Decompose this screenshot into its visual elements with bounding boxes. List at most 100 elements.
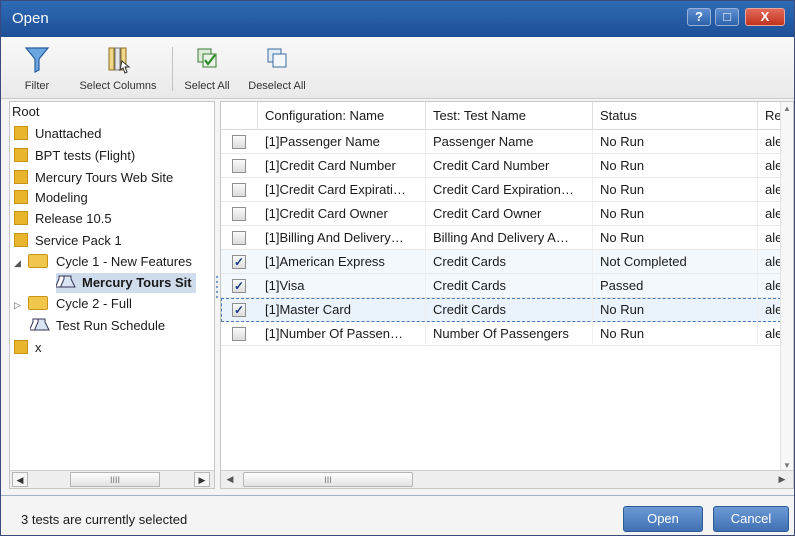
table-row-focused[interactable]: ✓ [1]Master Card Credit Cards No Run ale: [221, 298, 782, 322]
scroll-thumb[interactable]: III: [243, 472, 413, 487]
column-header-status[interactable]: Status: [593, 102, 758, 130]
select-columns-icon: [108, 47, 131, 74]
scroll-right-icon[interactable]: ▶: [194, 472, 210, 487]
test-set-icon: [28, 318, 50, 331]
cell-status: No Run: [593, 178, 758, 202]
table-row[interactable]: [1]Credit Card Number Credit Card Number…: [221, 154, 782, 178]
close-button[interactable]: X: [745, 8, 785, 26]
tree-item-x[interactable]: x: [14, 338, 42, 358]
deselect-all-button[interactable]: Deselect All: [239, 43, 315, 93]
cell-test-name: Credit Cards: [426, 274, 593, 298]
row-checkbox-checked[interactable]: ✓: [232, 303, 246, 317]
cell-configuration: [1]Master Card: [258, 298, 426, 322]
title-bar[interactable]: Open ? □ X: [1, 1, 794, 37]
tree-horizontal-scrollbar[interactable]: ◀ IIII ▶: [10, 470, 214, 488]
grid-header: Configuration: Name Test: Test Name Stat…: [221, 102, 782, 130]
row-checkbox[interactable]: [232, 159, 246, 173]
table-row[interactable]: [1]Passenger Name Passenger Name No Run …: [221, 130, 782, 154]
filter-button[interactable]: Filter: [17, 43, 57, 93]
tree-item-mercury-tours-web-site[interactable]: Mercury Tours Web Site: [14, 168, 173, 188]
cell-configuration: [1]Credit Card Expirati…: [258, 178, 426, 202]
tree-item-cycle-1[interactable]: ◢ Cycle 1 - New Features: [14, 252, 192, 272]
folder-icon: [28, 296, 48, 310]
folder-icon: [14, 211, 28, 225]
table-row[interactable]: [1]Billing And Delivery… Billing And Del…: [221, 226, 782, 250]
cell-test-name: Credit Cards: [426, 298, 593, 322]
cell-configuration: [1]Visa: [258, 274, 426, 298]
select-columns-button[interactable]: Select Columns: [73, 43, 163, 93]
row-checkbox-checked[interactable]: ✓: [232, 279, 246, 293]
filter-icon: [24, 47, 50, 73]
cell-test-name: Billing And Delivery A…: [426, 226, 593, 250]
table-row[interactable]: [1]Number Of Passen… Number Of Passenger…: [221, 322, 782, 346]
row-checkbox[interactable]: [232, 327, 246, 341]
test-instances-grid[interactable]: Configuration: Name Test: Test Name Stat…: [220, 101, 794, 489]
tree-item-unattached[interactable]: Unattached: [14, 124, 102, 144]
cell-configuration: [1]Credit Card Number: [258, 154, 426, 178]
splitter-handle[interactable]: [215, 101, 219, 489]
row-checkbox[interactable]: [232, 183, 246, 197]
tree-item-bpt-tests[interactable]: BPT tests (Flight): [14, 146, 135, 166]
folder-tree[interactable]: Root Unattached BPT tests (Flight) Mercu…: [9, 101, 215, 489]
cell-status: No Run: [593, 226, 758, 250]
column-header-configuration-name[interactable]: Configuration: Name: [258, 102, 426, 130]
grid-horizontal-scrollbar[interactable]: ◀ III ▶: [221, 470, 793, 488]
tree-item-service-pack-1[interactable]: Service Pack 1: [14, 231, 122, 251]
cell-test-name: Credit Cards: [426, 250, 593, 274]
cell-test-name: Number Of Passengers: [426, 322, 593, 346]
cell-status: Passed: [593, 274, 758, 298]
grid-vertical-scrollbar[interactable]: ▲ ▼: [780, 102, 793, 472]
row-checkbox[interactable]: [232, 231, 246, 245]
tree-item-cycle-2[interactable]: ▷ Cycle 2 - Full: [14, 294, 132, 314]
select-all-button[interactable]: Select All: [179, 43, 235, 93]
cell-configuration: [1]American Express: [258, 250, 426, 274]
scroll-up-icon[interactable]: ▲: [783, 104, 791, 113]
cell-status: No Run: [593, 322, 758, 346]
cell-status: No Run: [593, 202, 758, 226]
help-button[interactable]: ?: [687, 8, 711, 26]
folder-icon: [14, 126, 28, 140]
cell-status: No Run: [593, 298, 758, 322]
open-folder-icon: [28, 254, 48, 268]
toolbar: Filter Select Columns Select All Deselec…: [1, 37, 794, 99]
scroll-right-icon[interactable]: ▶: [775, 472, 789, 487]
table-row[interactable]: ✓ [1]Visa Credit Cards Passed ale: [221, 274, 782, 298]
cell-configuration: [1]Credit Card Owner: [258, 202, 426, 226]
expand-arrow-icon[interactable]: ▷: [14, 301, 22, 310]
open-dialog: Open ? □ X Filter Select Columns Select …: [0, 0, 795, 536]
maximize-button[interactable]: □: [715, 8, 739, 26]
open-button[interactable]: Open: [623, 506, 703, 532]
row-checkbox[interactable]: [232, 207, 246, 221]
select-all-icon: [197, 48, 217, 68]
selection-status-text: 3 tests are currently selected: [21, 512, 188, 527]
table-row[interactable]: [1]Credit Card Expirati… Credit Card Exp…: [221, 178, 782, 202]
scroll-down-icon[interactable]: ▼: [783, 461, 791, 470]
tree-item-mercury-tours-site-selected[interactable]: Mercury Tours Sit: [54, 273, 196, 293]
table-row[interactable]: ✓ [1]American Express Credit Cards Not C…: [221, 250, 782, 274]
cell-configuration: [1]Billing And Delivery…: [258, 226, 426, 250]
header-checkbox-column: [221, 102, 258, 130]
status-bar: 3 tests are currently selected Open Canc…: [1, 495, 794, 535]
scroll-thumb[interactable]: IIII: [70, 472, 160, 487]
cell-test-name: Credit Card Expiration…: [426, 178, 593, 202]
table-row[interactable]: [1]Credit Card Owner Credit Card Owner N…: [221, 202, 782, 226]
folder-icon: [14, 190, 28, 204]
tree-item-test-run-schedule[interactable]: Test Run Schedule: [28, 316, 165, 336]
filter-label: Filter: [24, 80, 50, 92]
row-checkbox[interactable]: [232, 135, 246, 149]
cell-status: No Run: [593, 154, 758, 178]
cell-test-name: Passenger Name: [426, 130, 593, 154]
tree-root[interactable]: Root: [12, 102, 39, 122]
deselect-all-icon: [267, 48, 287, 68]
toolbar-separator: [172, 47, 173, 91]
tree-item-modeling[interactable]: Modeling: [14, 188, 88, 208]
cancel-button[interactable]: Cancel: [713, 506, 789, 532]
scroll-left-icon[interactable]: ◀: [223, 472, 237, 487]
deselect-all-label: Deselect All: [248, 80, 306, 92]
folder-icon: [14, 340, 28, 354]
tree-item-release-10-5[interactable]: Release 10.5: [14, 209, 112, 229]
row-checkbox-checked[interactable]: ✓: [232, 255, 246, 269]
collapse-arrow-icon[interactable]: ◢: [14, 259, 22, 268]
column-header-test-name[interactable]: Test: Test Name: [426, 102, 593, 130]
scroll-left-icon[interactable]: ◀: [12, 472, 28, 487]
